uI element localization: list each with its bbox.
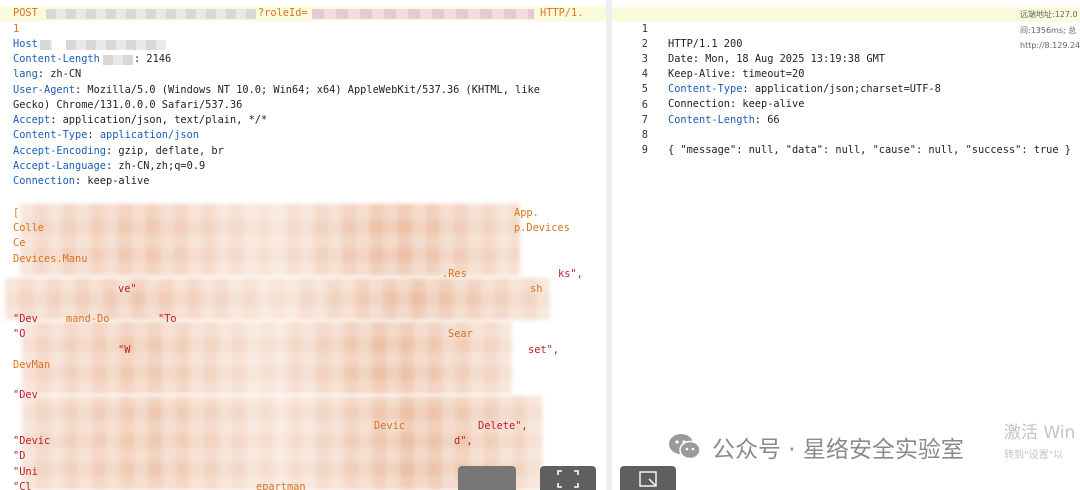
expand-icon bbox=[557, 470, 579, 488]
header-accept-language: Accept-Language: zh-CN,zh;q=0.9 bbox=[13, 160, 206, 172]
response-line: 7 bbox=[641, 114, 648, 126]
wechat-icon bbox=[669, 434, 701, 460]
body-frag: Delete", bbox=[478, 420, 528, 432]
export-icon bbox=[639, 471, 657, 487]
toolbar-button[interactable] bbox=[458, 466, 516, 490]
redacted-body-top bbox=[20, 204, 520, 276]
header-lang: lang: zh-CN bbox=[13, 68, 82, 80]
response-line: 8 { "message": null, "data": null, "caus… bbox=[641, 129, 1071, 156]
body-frag: "Devic bbox=[13, 435, 51, 447]
body-frag: Sear bbox=[448, 328, 473, 340]
header-content-length: Content-Length bbox=[13, 53, 100, 65]
body-frag: Devic bbox=[374, 420, 405, 432]
remote-address-note: 远端地址:127.0 bbox=[1020, 10, 1078, 19]
export-button[interactable] bbox=[620, 466, 676, 490]
header-user-agent: User-Agent: Mozilla/5.0 (Windows NT 10.0… bbox=[13, 84, 540, 96]
header-accept-encoding: Accept-Encoding: gzip, deflate, br bbox=[13, 145, 224, 157]
body-frag: ve" bbox=[118, 283, 137, 295]
body-frag: "Uni bbox=[13, 466, 38, 478]
windows-activation-subtext: 转到"设置"以 bbox=[1004, 450, 1064, 461]
response-line: 1 HTTP/1.1 200 bbox=[612, 7, 1080, 50]
watermark-text: 公众号 · 星络安全实验室 bbox=[712, 437, 964, 463]
redacted-path bbox=[46, 9, 256, 19]
windows-activation-text: 激活 Win bbox=[1004, 423, 1076, 443]
header-content-type: Content-Type: application/json bbox=[13, 129, 200, 141]
body-frag: Devices.Manu bbox=[13, 253, 88, 265]
request-editor[interactable]: POST ?roleId= HTTP/1. 1 Host: Content-Le… bbox=[0, 0, 606, 490]
http-viewer: POST ?roleId= HTTP/1. 1 Host: Content-Le… bbox=[0, 0, 1080, 490]
body-frag: DevMan bbox=[13, 359, 51, 371]
body-frag: "Cl bbox=[13, 481, 32, 490]
request-protocol: HTTP/1. bbox=[540, 7, 584, 19]
response-line: 3 Keep-Alive: timeout=20 bbox=[641, 53, 805, 80]
body-frag: "O bbox=[13, 328, 26, 340]
body-frag: epartman bbox=[256, 481, 306, 490]
body-frag: d", bbox=[454, 435, 473, 447]
body-frag: "To bbox=[158, 313, 177, 325]
body-frag: p.Devices bbox=[514, 222, 570, 234]
body-frag: Ce bbox=[13, 237, 26, 249]
body-frag: ks", bbox=[558, 268, 583, 280]
request-query: ?roleId= bbox=[258, 7, 308, 19]
response-line: 2 Date: Mon, 18 Aug 2025 13:19:38 GMT bbox=[641, 38, 885, 65]
header-accept: Accept: application/json, text/plain, */… bbox=[13, 114, 268, 126]
response-line: 9 bbox=[641, 144, 648, 156]
wechat-watermark: 公众号 · 星络安全实验室 bbox=[668, 430, 964, 464]
response-line: 4 Content-Type: application/json;charset… bbox=[641, 68, 941, 95]
body-frag: sh bbox=[530, 283, 543, 295]
request-line: POST bbox=[13, 6, 38, 21]
redacted-role-id bbox=[312, 9, 534, 19]
body-frag: .Res bbox=[442, 268, 467, 280]
body-frag: mand-Do bbox=[66, 313, 110, 325]
redacted-body-lower bbox=[22, 322, 512, 394]
expand-button[interactable] bbox=[540, 466, 596, 490]
header-content-length-value: : 2146 bbox=[134, 53, 172, 65]
response-editor[interactable]: 1 HTTP/1.1 200 2 Date: Mon, 18 Aug 2025 … bbox=[612, 0, 1080, 490]
timing-note: 间:1356ms; 总 bbox=[1020, 26, 1077, 35]
response-line: 6 Content-Length: 66 bbox=[641, 99, 780, 126]
request-protocol-wrap: 1 bbox=[13, 23, 20, 35]
body-open-bracket: [ bbox=[13, 207, 20, 219]
body-frag: App. bbox=[514, 207, 539, 219]
body-frag: "Dev bbox=[13, 313, 38, 325]
url-note: http://8.129.24 bbox=[1020, 41, 1080, 50]
header-user-agent-wrap: Gecko) Chrome/131.0.0.0 Safari/537.36 bbox=[13, 99, 243, 111]
body-frag: Colle bbox=[13, 222, 44, 234]
body-frag: "Dev bbox=[13, 389, 38, 401]
redacted-host-b bbox=[66, 40, 166, 50]
response-line: 5 Connection: keep-alive bbox=[641, 83, 805, 110]
redacted-content-length-label bbox=[103, 55, 133, 65]
response-json-body: { "message": null, "data": null, "cause"… bbox=[668, 144, 1071, 156]
header-connection: Connection: keep-alive bbox=[13, 175, 150, 187]
body-frag: set", bbox=[528, 344, 559, 356]
body-frag: "D bbox=[13, 450, 26, 462]
request-method: POST bbox=[13, 7, 38, 19]
redacted-host-a bbox=[40, 40, 52, 50]
body-frag: "W bbox=[118, 344, 131, 356]
